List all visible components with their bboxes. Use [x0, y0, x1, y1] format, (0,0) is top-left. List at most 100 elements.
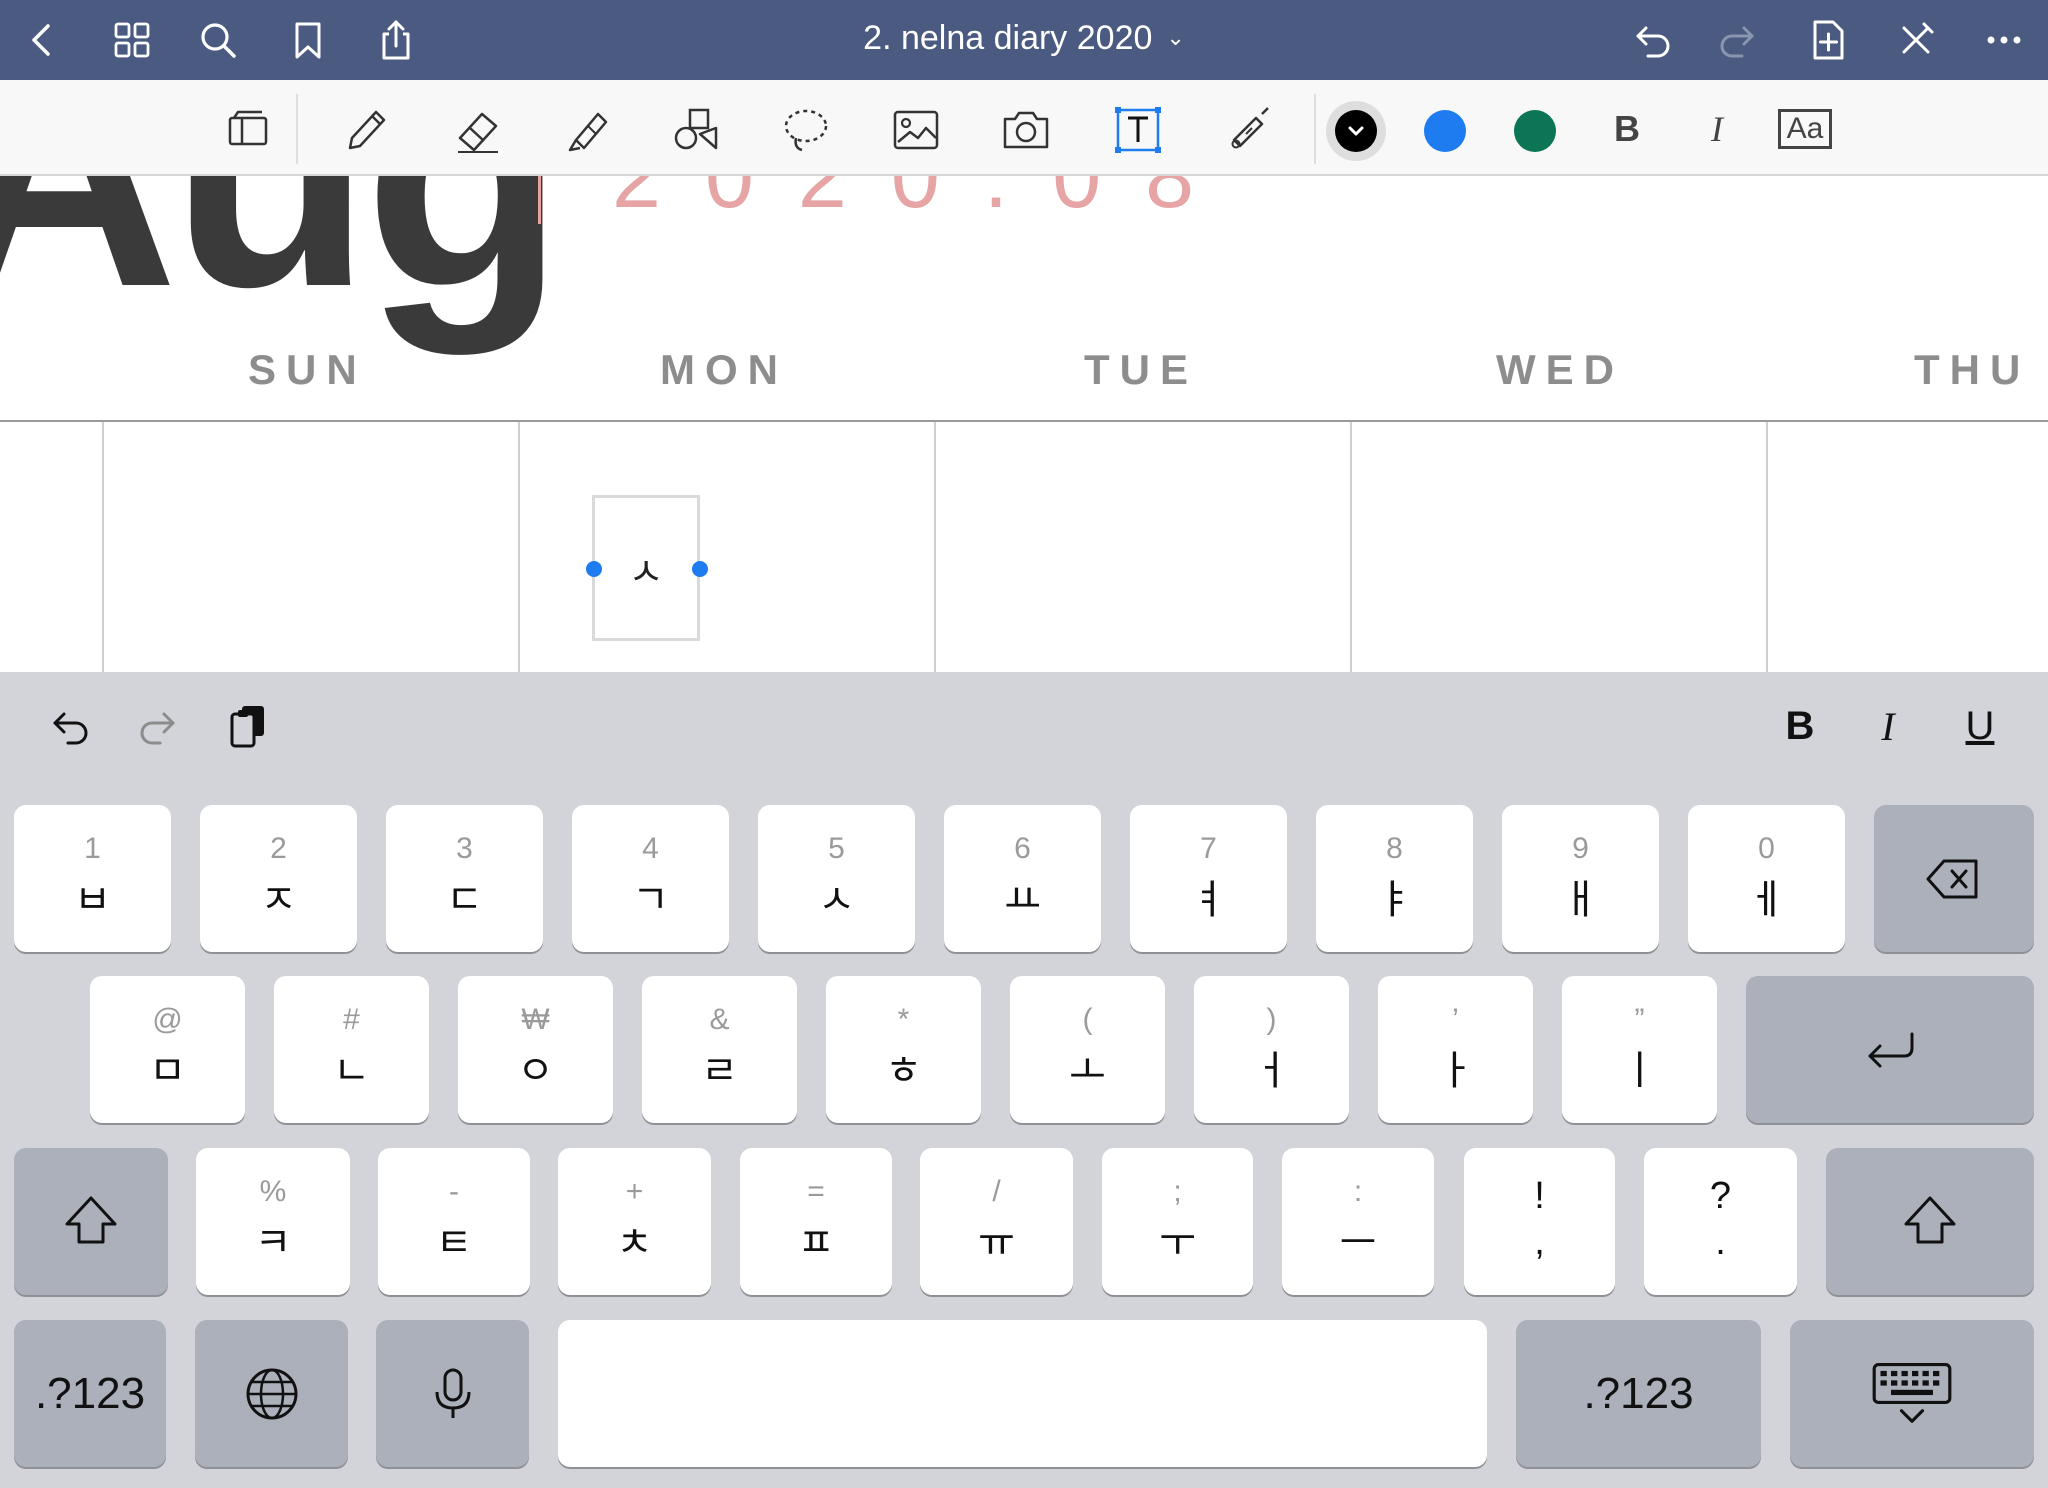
italic-button[interactable]: I	[1692, 104, 1742, 154]
key-symbol: %	[259, 1174, 287, 1208]
shift-key-left[interactable]	[14, 1148, 168, 1295]
numbers-key-left[interactable]: .?123	[14, 1320, 166, 1467]
key-letter: ㅋ	[254, 1220, 292, 1265]
key-comma[interactable]: !,	[1464, 1148, 1615, 1295]
key-yeo[interactable]: 7ㅕ	[1130, 805, 1287, 952]
month-divider	[538, 176, 541, 224]
redo-icon[interactable]	[1708, 10, 1768, 70]
underline-format-button[interactable]: U	[1952, 698, 2008, 754]
key-symbol: ”	[1634, 1002, 1645, 1036]
return-key[interactable]	[1746, 976, 2034, 1123]
undo-icon[interactable]	[40, 696, 100, 756]
return-icon	[1868, 1032, 1914, 1067]
key-ng[interactable]: ₩ ㅇ	[458, 976, 613, 1123]
more-icon[interactable]	[1974, 10, 2034, 70]
key-k[interactable]: % ㅋ	[196, 1148, 350, 1295]
dictation-key[interactable]	[376, 1320, 529, 1467]
key-yu[interactable]: / ㅠ	[920, 1148, 1073, 1295]
notebook-page[interactable]: Aug 2020.08 SUN MON TUE WED THU ㅅ	[0, 176, 2048, 672]
key-letter: ㄴ	[333, 1048, 370, 1093]
paste-icon[interactable]	[218, 696, 278, 756]
camera-icon[interactable]	[998, 102, 1054, 158]
key-symbol: !	[1534, 1174, 1545, 1217]
key-letter: ㅈ	[260, 877, 297, 922]
globe-key[interactable]	[195, 1320, 348, 1467]
lasso-icon[interactable]	[778, 102, 834, 158]
key-letter: ㅗ	[1069, 1048, 1106, 1093]
key-ch[interactable]: + ㅊ	[558, 1148, 711, 1295]
color-swatch-green[interactable]	[1514, 110, 1556, 152]
italic-format-button[interactable]: I	[1860, 698, 1916, 754]
chevron-down-icon: ⌄	[1166, 25, 1185, 50]
key-u[interactable]: ; ㅜ	[1102, 1148, 1253, 1295]
key-symbol: ’	[1452, 1002, 1459, 1036]
key-a[interactable]: ’ ㅏ	[1378, 976, 1533, 1123]
active-text-box[interactable]: ㅅ	[592, 495, 700, 641]
key-letter: ㅣ	[1621, 1048, 1658, 1093]
add-page-icon[interactable]	[1798, 10, 1858, 70]
eraser-icon[interactable]	[450, 102, 506, 158]
key-d[interactable]: 3ㄷ	[386, 805, 543, 952]
weekday-wed: WED	[1496, 346, 1624, 393]
key-letter: ㅇ	[517, 1048, 554, 1093]
weekday-thu: THU	[1914, 346, 2031, 393]
key-symbol: #	[343, 1002, 360, 1036]
image-icon[interactable]	[888, 102, 944, 158]
bold-format-button[interactable]: B	[1772, 698, 1828, 754]
key-g[interactable]: 4ㄱ	[572, 805, 729, 952]
pen-off-icon[interactable]	[1886, 10, 1946, 70]
bold-button[interactable]: B	[1602, 104, 1652, 154]
key-symbol: )	[1266, 1002, 1277, 1036]
shift-key-right[interactable]	[1826, 1148, 2034, 1295]
key-eo[interactable]: ) ㅓ	[1194, 976, 1349, 1123]
key-number: 1	[84, 831, 101, 865]
numbers-key-right[interactable]: .?123	[1516, 1320, 1761, 1467]
key-n[interactable]: # ㄴ	[274, 976, 429, 1123]
top-navigation-bar: 2. nelna diary 2020 ⌄	[0, 0, 2048, 80]
pen-icon[interactable]	[338, 102, 394, 158]
key-yo[interactable]: 6ㅛ	[944, 805, 1101, 952]
text-style-button[interactable]: Aa	[1778, 109, 1832, 149]
highlighter-icon[interactable]	[560, 102, 616, 158]
redo-icon[interactable]	[128, 696, 188, 756]
keyboard-dismiss-icon	[1872, 1362, 1952, 1423]
key-h[interactable]: * ㅎ	[826, 976, 981, 1123]
shapes-icon[interactable]	[668, 102, 724, 158]
page-layout-icon[interactable]	[220, 102, 276, 158]
key-s[interactable]: 5ㅅ	[758, 805, 915, 952]
key-ae[interactable]: 9ㅐ	[1502, 805, 1659, 952]
key-letter: ㄹ	[701, 1048, 738, 1093]
month-heading: Aug	[0, 176, 565, 336]
key-symbol: *	[897, 1002, 910, 1036]
space-bar[interactable]	[558, 1320, 1487, 1467]
undo-icon[interactable]	[1622, 10, 1682, 70]
color-swatch-black[interactable]	[1335, 110, 1377, 152]
backspace-icon	[1926, 859, 1978, 898]
key-e[interactable]: 0ㅔ	[1688, 805, 1845, 952]
key-t[interactable]: -ㅌ	[378, 1148, 530, 1295]
laser-pointer-icon[interactable]	[1220, 102, 1276, 158]
key-j[interactable]: 2ㅈ	[200, 805, 357, 952]
text-box-left-handle[interactable]	[586, 561, 602, 577]
key-r[interactable]: & ㄹ	[642, 976, 797, 1123]
key-number: 4	[642, 831, 659, 865]
calendar-column-line	[934, 422, 936, 672]
backspace-key[interactable]	[1874, 805, 2034, 952]
calendar-header-line	[0, 420, 2048, 422]
key-b[interactable]: 1ㅂ	[14, 805, 171, 952]
key-i[interactable]: ” ㅣ	[1562, 976, 1717, 1123]
key-ya[interactable]: 8ㅑ	[1316, 805, 1473, 952]
key-m[interactable]: @ ㅁ	[90, 976, 245, 1123]
weekday-tue: TUE	[1084, 346, 1198, 393]
calendar-column-line	[1350, 422, 1352, 672]
key-symbol: -	[449, 1174, 459, 1208]
text-box-right-handle[interactable]	[692, 561, 708, 577]
key-p[interactable]: = ㅍ	[740, 1148, 892, 1295]
color-swatch-blue[interactable]	[1424, 110, 1466, 152]
key-period[interactable]: ?.	[1644, 1148, 1797, 1295]
key-o[interactable]: (ㅗ	[1010, 976, 1165, 1123]
keyboard-dismiss-key[interactable]	[1790, 1320, 2034, 1467]
key-eu[interactable]: :ㅡ	[1282, 1148, 1434, 1295]
text-box-icon[interactable]	[1110, 102, 1166, 158]
weekday-sun: SUN	[248, 346, 367, 393]
